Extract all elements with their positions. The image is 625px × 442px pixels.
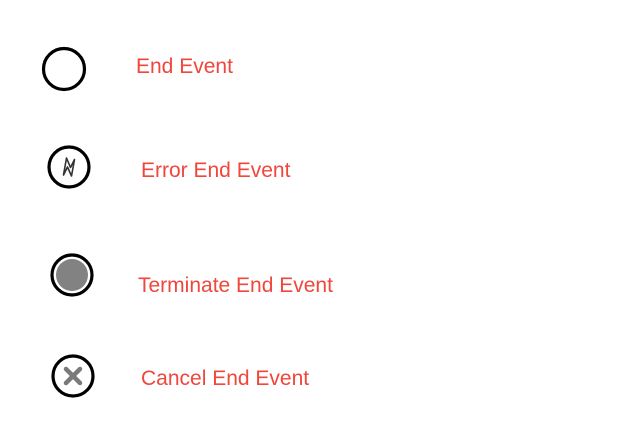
cancel-end-event-icon [51, 354, 95, 398]
end-event-label: End Event [136, 55, 233, 78]
end-event-icon [41, 46, 87, 92]
error-end-event-label: Error End Event [141, 159, 291, 182]
cancel-end-event-label: Cancel End Event [141, 367, 310, 390]
error-end-event-icon [47, 145, 91, 189]
terminate-end-event-label: Terminate End Event [138, 274, 333, 297]
terminate-end-event-icon [50, 253, 94, 297]
